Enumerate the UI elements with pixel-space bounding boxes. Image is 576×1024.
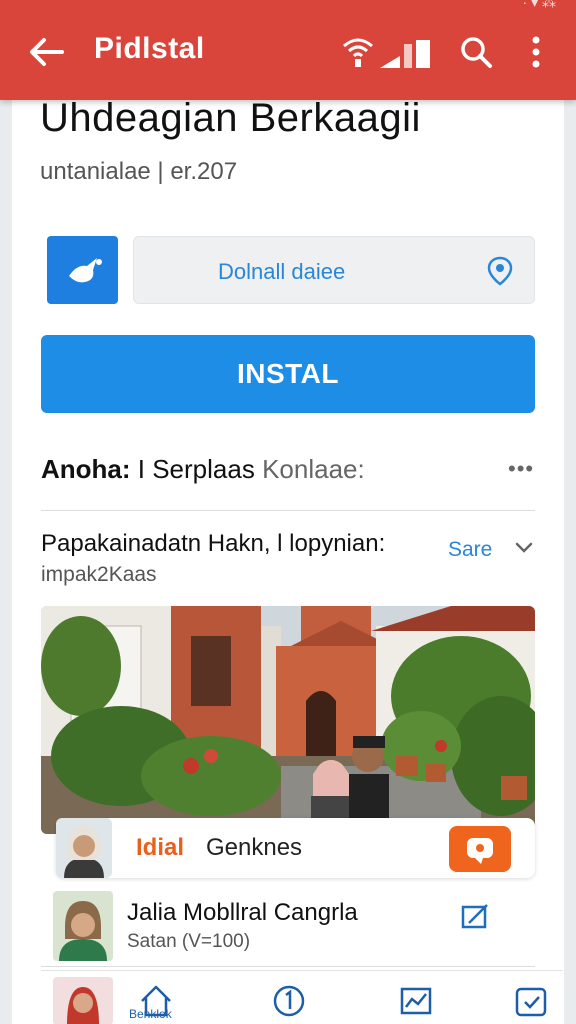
section-more-button[interactable]: ••• bbox=[508, 456, 534, 482]
garden-illustration bbox=[41, 606, 535, 834]
section-title-1-mid: I Serplaas bbox=[130, 454, 255, 484]
chevron-down-icon[interactable] bbox=[513, 536, 535, 558]
app-title: Uhdeagian Berkaagii bbox=[40, 96, 421, 140]
divider bbox=[41, 966, 535, 967]
sparkle-icon bbox=[69, 258, 102, 283]
list-item-title: Jalia Mobllral Cangrla bbox=[127, 899, 358, 926]
app-subtitle: untanialae | er.207 bbox=[40, 158, 238, 185]
edit-icon[interactable] bbox=[459, 901, 491, 931]
featured-strip[interactable]: Idial Genknes bbox=[56, 818, 535, 878]
featured-highlight: Idial bbox=[136, 834, 185, 861]
chat-button[interactable] bbox=[449, 826, 511, 872]
nav-label-home: Benklok bbox=[129, 1007, 172, 1021]
back-arrow-icon[interactable] bbox=[26, 34, 66, 70]
featured-name: Genknes bbox=[206, 834, 303, 861]
section-title-2: Papakainadatn Hakn, l lopynian: bbox=[41, 530, 386, 557]
search-icon[interactable] bbox=[458, 34, 494, 70]
app-icon-tile[interactable] bbox=[47, 236, 118, 304]
cell-bars-icon bbox=[380, 40, 430, 68]
location-pin-icon[interactable] bbox=[484, 255, 516, 287]
section-title-1-bold: Anoha: bbox=[41, 454, 131, 484]
section-subtitle-2: impak2Kaas bbox=[41, 563, 157, 586]
avatar bbox=[53, 977, 113, 1024]
status-icons: · ▾ ⁂ bbox=[522, 0, 556, 10]
avatar bbox=[56, 818, 112, 878]
date-field[interactable]: Dolnall daiee bbox=[133, 236, 535, 304]
chat-icon bbox=[467, 838, 493, 864]
app-bar-title: Pidlstal bbox=[94, 32, 205, 65]
avatar bbox=[53, 891, 113, 961]
section-title-1-light: Konlaae: bbox=[254, 454, 365, 484]
list-item[interactable]: Jalia Mobllral Cangrla Satan (V=100) bbox=[41, 887, 535, 965]
save-link[interactable]: Sare bbox=[448, 538, 492, 562]
calendar-check-icon[interactable] bbox=[511, 981, 551, 1021]
garden-photo bbox=[41, 606, 535, 834]
date-field-label: Dolnall daiee bbox=[218, 259, 346, 284]
install-button[interactable]: INSTAL bbox=[41, 335, 535, 413]
bottom-nav: Benklok bbox=[41, 970, 563, 1024]
chart-icon[interactable] bbox=[396, 981, 436, 1021]
app-bar: · ▾ ⁂ Pidlstal bbox=[0, 0, 576, 100]
divider bbox=[41, 510, 535, 511]
more-vert-icon[interactable] bbox=[522, 34, 550, 70]
info-circle-icon[interactable] bbox=[269, 981, 309, 1021]
section-title-1: Anoha: I Serplaas Konlaae: bbox=[41, 454, 365, 485]
list-item-subtitle: Satan (V=100) bbox=[127, 931, 251, 952]
signal-icon bbox=[343, 38, 373, 67]
